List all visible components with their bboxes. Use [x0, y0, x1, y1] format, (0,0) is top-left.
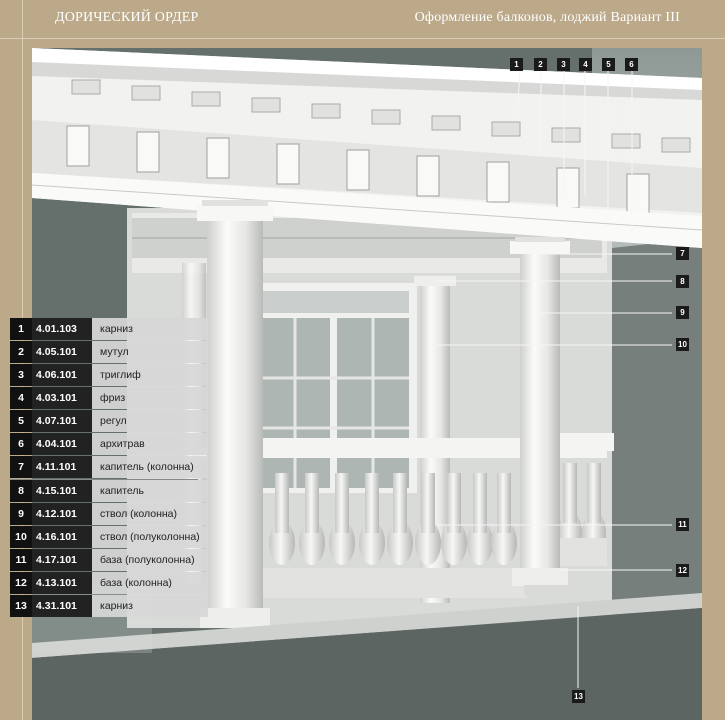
legend-row: 3 4.06.101 триглиф	[10, 364, 208, 387]
side-wall	[612, 238, 702, 618]
legend-name: регул	[92, 410, 208, 432]
callout-6: 6	[625, 58, 638, 71]
legend-number: 7	[10, 456, 32, 478]
legend-number: 8	[10, 480, 32, 502]
callout-1: 1	[510, 58, 523, 71]
legend-code: 4.12.101	[32, 503, 92, 525]
legend-number: 2	[10, 341, 32, 363]
legend-code: 4.15.101	[32, 480, 92, 502]
legend-row: 12 4.13.101 база (колонна)	[10, 572, 208, 595]
parts-legend: 1 4.01.103 карниз 2 4.05.101 мутул 3 4.06.101…	[10, 318, 208, 618]
legend-code: 4.07.101	[32, 410, 92, 432]
legend-row: 5 4.07.101 регул	[10, 410, 208, 433]
legend-number: 4	[10, 387, 32, 409]
legend-name: база (колонна)	[92, 572, 208, 594]
legend-number: 13	[10, 595, 32, 617]
callout-4: 4	[579, 58, 592, 71]
legend-name: капитель (колонна)	[92, 456, 208, 478]
legend-code: 4.03.101	[32, 387, 92, 409]
legend-number: 12	[10, 572, 32, 594]
legend-row: 7 4.11.101 капитель (колонна)	[10, 456, 208, 479]
legend-name: капитель (полуколонна)	[92, 480, 208, 519]
callout-12: 12	[676, 564, 689, 577]
legend-row: 4 4.03.101 фриз	[10, 387, 208, 410]
callout-11: 11	[676, 518, 689, 531]
legend-number: 6	[10, 433, 32, 455]
legend-row: 13 4.31.101 карниз	[10, 595, 208, 618]
column-left-shaft	[207, 218, 263, 628]
legend-code: 4.11.101	[32, 456, 92, 478]
legend-row: 9 4.12.101 ствол (колонна)	[10, 503, 208, 526]
callout-8: 8	[676, 275, 689, 288]
legend-name: фриз	[92, 387, 208, 409]
page-header: ДОРИЧЕСКИЙ ОРДЕР Оформление балконов, ло…	[0, 0, 725, 38]
legend-row: 11 4.17.101 база (полуколонна)	[10, 549, 208, 572]
document-subtitle: Оформление балконов, лоджий Вариант III	[414, 10, 680, 25]
legend-name: мутул	[92, 341, 208, 363]
callout-7: 7	[676, 247, 689, 260]
legend-code: 4.05.101	[32, 341, 92, 363]
legend-number: 1	[10, 318, 32, 340]
callout-10: 10	[676, 338, 689, 351]
legend-code: 4.06.101	[32, 364, 92, 386]
legend-code: 4.13.101	[32, 572, 92, 594]
callout-3: 3	[557, 58, 570, 71]
legend-number: 11	[10, 549, 32, 571]
legend-name: карниз	[92, 595, 208, 617]
legend-number: 9	[10, 503, 32, 525]
legend-number: 5	[10, 410, 32, 432]
legend-row: 84.15.101капитель (полуколонна)	[10, 479, 208, 519]
callout-2: 2	[534, 58, 547, 71]
frame-horizontal-rule	[0, 38, 725, 39]
document-title: ДОРИЧЕСКИЙ ОРДЕР	[55, 10, 199, 25]
callout-13: 13	[572, 690, 585, 703]
legend-name: ствол (колонна)	[92, 503, 208, 525]
legend-row: 6 4.04.101 архитрав	[10, 433, 208, 456]
legend-number: 3	[10, 364, 32, 386]
callout-5: 5	[602, 58, 615, 71]
legend-name: ствол (полуколонна)	[92, 526, 208, 548]
legend-code: 4.31.101	[32, 595, 92, 617]
balustrade-base	[262, 568, 527, 598]
legend-code: 4.04.101	[32, 433, 92, 455]
legend-row: 2 4.05.101 мутул	[10, 341, 208, 364]
legend-name: триглиф	[92, 364, 208, 386]
legend-code: 4.17.101	[32, 549, 92, 571]
legend-name: архитрав	[92, 433, 208, 455]
legend-name: карниз	[92, 318, 208, 340]
legend-number: 10	[10, 526, 32, 548]
legend-name: база (полуколонна)	[92, 549, 208, 571]
callout-9: 9	[676, 306, 689, 319]
legend-row: 10 4.16.101 ствол (полуколонна)	[10, 526, 208, 549]
legend-code: 4.16.101	[32, 526, 92, 548]
legend-code: 4.01.103	[32, 318, 92, 340]
legend-row: 1 4.01.103 карниз	[10, 318, 208, 341]
